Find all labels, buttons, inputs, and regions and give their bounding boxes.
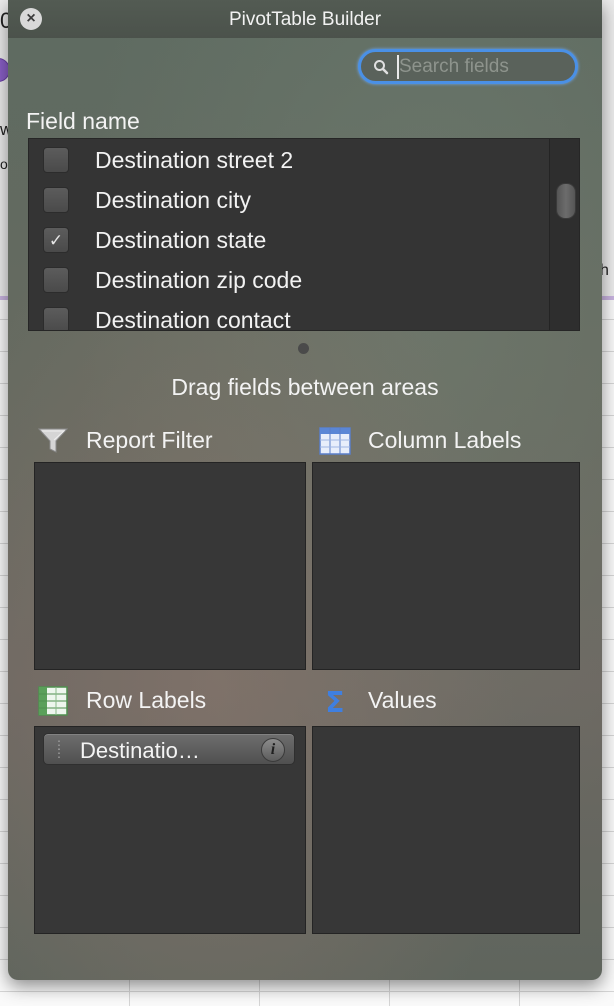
field-row-destination-street-2[interactable]: Destination street 2 bbox=[29, 139, 549, 179]
field-label: Destination zip code bbox=[95, 267, 303, 293]
row-labels-label: Row Labels bbox=[86, 687, 207, 713]
drag-instructions: Drag fields between areas bbox=[171, 374, 439, 400]
row-field-label: Destinatio… bbox=[80, 738, 200, 763]
field-list-scrollbar[interactable] bbox=[549, 139, 579, 330]
field-row-destination-zip-code[interactable]: Destination zip code bbox=[29, 259, 549, 299]
scrollbar-thumb[interactable] bbox=[556, 183, 576, 219]
row-labels-icon bbox=[38, 686, 68, 716]
svg-text:Σ: Σ bbox=[325, 686, 344, 717]
report-filter-drop-zone[interactable] bbox=[34, 462, 306, 670]
field-info-button[interactable]: i bbox=[261, 738, 285, 762]
values-drop-zone[interactable] bbox=[312, 726, 580, 934]
filter-icon bbox=[37, 428, 69, 453]
row-labels-header: Row Labels bbox=[36, 685, 296, 717]
field-checkbox[interactable] bbox=[43, 307, 69, 330]
field-label: Destination state bbox=[95, 227, 267, 253]
column-labels-icon bbox=[319, 427, 351, 455]
field-name-heading: Field name bbox=[26, 108, 140, 134]
splitter-handle[interactable] bbox=[298, 343, 309, 354]
report-filter-header: Report Filter bbox=[36, 425, 296, 457]
search-input[interactable] bbox=[397, 55, 567, 79]
titlebar[interactable]: × PivotTable Builder bbox=[8, 0, 602, 38]
field-label: Destination street 2 bbox=[95, 147, 294, 173]
field-list[interactable]: Destination street 2 Destination city ✓ … bbox=[28, 138, 580, 331]
values-header: Σ Values bbox=[318, 685, 588, 717]
field-row-destination-city[interactable]: Destination city bbox=[29, 179, 549, 219]
values-label: Values bbox=[368, 687, 437, 713]
field-row-destination-state[interactable]: ✓ Destination state bbox=[29, 219, 549, 259]
field-checkbox[interactable] bbox=[43, 147, 69, 173]
info-icon: i bbox=[270, 741, 276, 758]
pivottable-builder-panel: × PivotTable Builder Field name Destinat… bbox=[8, 0, 602, 980]
window-title: PivotTable Builder bbox=[228, 9, 382, 30]
field-label: Destination contact bbox=[95, 307, 291, 331]
column-labels-label: Column Labels bbox=[368, 427, 522, 453]
checkmark-icon: ✓ bbox=[48, 231, 64, 250]
search-field[interactable] bbox=[358, 49, 578, 84]
report-filter-label: Report Filter bbox=[86, 427, 213, 453]
row-field-chip[interactable]: ⋮ ⋮ Destinatio… i bbox=[43, 733, 295, 765]
sigma-icon: Σ bbox=[325, 686, 344, 717]
field-checkbox-checked[interactable]: ✓ bbox=[43, 227, 69, 253]
field-row-destination-contact[interactable]: Destination contact bbox=[29, 299, 549, 331]
drag-handle-icon[interactable]: ⋮ ⋮ bbox=[53, 739, 65, 759]
column-labels-drop-zone[interactable] bbox=[312, 462, 580, 670]
field-checkbox[interactable] bbox=[43, 267, 69, 293]
field-label: Destination city bbox=[95, 187, 251, 213]
field-checkbox[interactable] bbox=[43, 187, 69, 213]
search-icon bbox=[374, 60, 389, 75]
row-labels-drop-zone[interactable]: ⋮ ⋮ Destinatio… i bbox=[34, 726, 306, 934]
column-labels-header: Column Labels bbox=[318, 425, 588, 457]
